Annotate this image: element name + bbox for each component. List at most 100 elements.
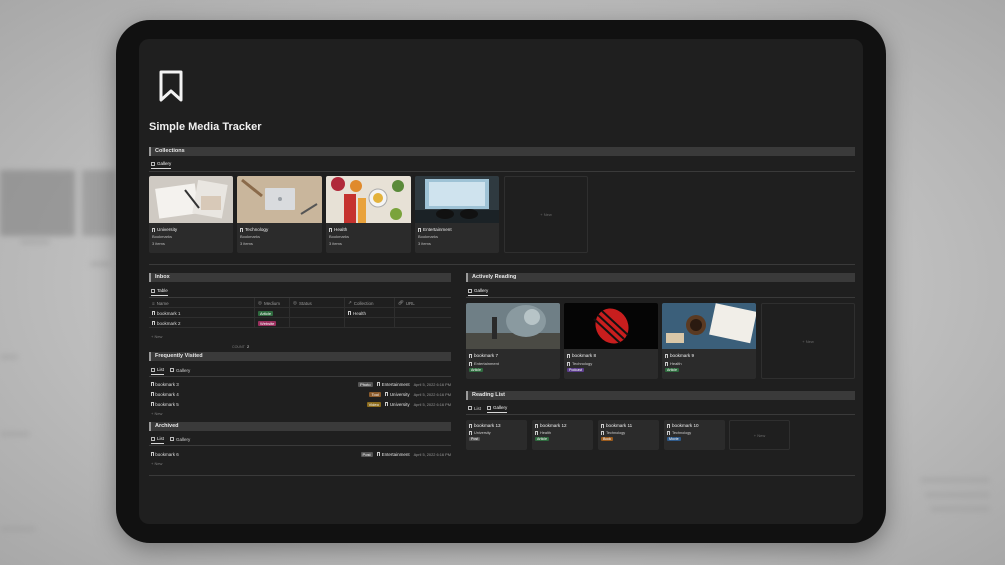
frequently-visited-heading: Frequently Visited bbox=[149, 352, 451, 361]
table-row[interactable]: bookmark 1 Article Health bbox=[149, 308, 451, 318]
tab-table[interactable]: Table bbox=[151, 288, 168, 296]
actively-reading-tabs: Gallery bbox=[468, 288, 489, 296]
tab-list[interactable]: List bbox=[151, 367, 165, 375]
medium-tag: Article bbox=[469, 368, 483, 372]
gallery-icon bbox=[170, 368, 175, 372]
actively-reading-heading: Actively Reading bbox=[466, 273, 855, 282]
collection-card-health[interactable]: Health Bookmarks 3 items bbox=[326, 176, 411, 253]
page-icon bbox=[152, 321, 155, 325]
collections-tabs: Gallery bbox=[151, 161, 172, 169]
page-icon bbox=[567, 353, 570, 358]
column-header-name[interactable]: ≡ Name bbox=[149, 298, 254, 308]
tab-gallery[interactable]: Gallery bbox=[170, 436, 190, 444]
page-icon bbox=[665, 361, 668, 366]
tab-gallery[interactable]: Gallery bbox=[487, 405, 508, 413]
reading-list-new-button[interactable]: + New bbox=[729, 420, 790, 450]
page-icon bbox=[667, 423, 670, 428]
page-icon bbox=[535, 431, 538, 435]
list-item[interactable]: bookmark 3 Photo Entertainment April 5, … bbox=[151, 379, 451, 389]
medium-tag: Website bbox=[258, 320, 277, 326]
table-header-row: ≡ Name ◎ Medium ◎ Status ↗ Collection 🔗︎… bbox=[149, 298, 451, 308]
page-icon bbox=[418, 227, 421, 232]
page-icon bbox=[469, 423, 472, 428]
status-cell[interactable] bbox=[289, 308, 344, 318]
medium-tag: Article bbox=[665, 368, 679, 372]
tab-list[interactable]: List bbox=[468, 405, 481, 413]
reading-list-card-bookmark-10[interactable]: bookmark 10 Technology Movie bbox=[664, 420, 725, 450]
card-cover-image bbox=[466, 303, 560, 349]
collection-card-technology[interactable]: Technology Bookmarks 3 items bbox=[237, 176, 322, 253]
url-cell[interactable] bbox=[394, 318, 451, 328]
card-cover-image bbox=[326, 176, 411, 223]
screen: Simple Media Tracker Collections Gallery bbox=[139, 39, 863, 524]
reading-list-heading: Reading List bbox=[466, 391, 855, 400]
reading-list-card-bookmark-12[interactable]: bookmark 12 Health Article bbox=[532, 420, 593, 450]
collections-heading: Collections bbox=[149, 147, 855, 156]
gallery-icon bbox=[468, 288, 472, 293]
collection-card-university[interactable]: University Bookmarks 3 items bbox=[149, 176, 233, 253]
page-icon bbox=[535, 423, 538, 428]
reading-card-bookmark-9[interactable]: bookmark 9 Health Article bbox=[662, 303, 756, 379]
page-icon bbox=[152, 311, 155, 315]
collection-card-entertainment[interactable]: Entertainment Bookmarks 3 items bbox=[415, 176, 499, 253]
medium-tag: Post bbox=[360, 451, 373, 457]
archived-heading: Archived bbox=[149, 422, 451, 431]
page-icon bbox=[601, 431, 604, 435]
page-icon bbox=[240, 227, 243, 232]
count-value: 2 bbox=[247, 344, 250, 349]
divider bbox=[149, 445, 451, 446]
inbox-table: ≡ Name ◎ Medium ◎ Status ↗ Collection 🔗︎… bbox=[149, 298, 451, 338]
reading-list-card-bookmark-11[interactable]: bookmark 11 Technology Book bbox=[598, 420, 659, 450]
column-header-collection[interactable]: ↗ Collection bbox=[344, 298, 394, 308]
tablet-frame: Simple Media Tracker Collections Gallery bbox=[116, 20, 886, 543]
card-cover-image bbox=[564, 303, 658, 349]
reading-card-bookmark-7[interactable]: bookmark 7 Entertainment Article bbox=[466, 303, 560, 379]
medium-tag: Book bbox=[601, 437, 614, 441]
list-item[interactable]: bookmark 6 Post Entertainment April 5, 2… bbox=[151, 449, 451, 459]
page-icon bbox=[384, 402, 388, 406]
count-label: COUNT bbox=[232, 345, 245, 349]
column-header-status[interactable]: ◎ Status bbox=[289, 298, 344, 308]
reading-list-tabs: List Gallery bbox=[468, 405, 508, 413]
divider bbox=[149, 475, 855, 476]
archived-tabs: List Gallery bbox=[151, 436, 190, 444]
notion-page: Simple Media Tracker Collections Gallery bbox=[149, 39, 855, 524]
tab-gallery[interactable]: Gallery bbox=[170, 367, 190, 375]
reading-list-card-bookmark-13[interactable]: bookmark 13 University Post bbox=[466, 420, 527, 450]
actively-reading-new-button[interactable]: + New bbox=[761, 303, 855, 379]
table-row[interactable]: bookmark 2 Website bbox=[149, 318, 451, 328]
list-item[interactable]: bookmark 4 Tool University April 5, 2022… bbox=[151, 389, 451, 399]
medium-tag: Video bbox=[366, 401, 381, 407]
reading-card-bookmark-8[interactable]: bookmark 8 Technology Podcast bbox=[564, 303, 658, 379]
tab-gallery[interactable]: Gallery bbox=[468, 288, 489, 296]
list-item[interactable]: bookmark 5 Video University April 5, 202… bbox=[151, 399, 451, 409]
tab-gallery[interactable]: Gallery bbox=[151, 161, 172, 169]
page-icon bbox=[376, 452, 380, 456]
page-icon bbox=[376, 382, 380, 386]
page-icon bbox=[151, 392, 154, 396]
page-icon bbox=[384, 392, 388, 396]
collections-new-button[interactable]: + New bbox=[504, 176, 588, 253]
page-icon bbox=[151, 452, 154, 456]
card-cover-image bbox=[662, 303, 756, 349]
inbox-heading: Inbox bbox=[149, 273, 451, 282]
tab-list[interactable]: List bbox=[151, 436, 165, 444]
medium-tag: Post bbox=[469, 437, 481, 441]
card-cover-image bbox=[237, 176, 322, 223]
bookmark-icon bbox=[159, 70, 183, 102]
page-icon bbox=[151, 402, 154, 406]
inbox-new-button[interactable]: + New bbox=[151, 334, 162, 339]
url-cell[interactable] bbox=[394, 308, 451, 318]
frequently-visited-new-button[interactable]: + New bbox=[151, 411, 162, 416]
medium-tag: Article bbox=[258, 310, 274, 316]
column-header-url[interactable]: 🔗︎ URL bbox=[394, 298, 451, 308]
column-header-medium[interactable]: ◎ Medium bbox=[254, 298, 289, 308]
divider bbox=[149, 376, 451, 377]
page-icon bbox=[567, 361, 570, 366]
collection-cell[interactable] bbox=[344, 318, 394, 328]
page-title: Simple Media Tracker bbox=[149, 121, 262, 133]
divider bbox=[466, 297, 855, 298]
list-icon bbox=[151, 436, 155, 441]
status-cell[interactable] bbox=[289, 318, 344, 328]
archived-new-button[interactable]: + New bbox=[151, 461, 162, 466]
